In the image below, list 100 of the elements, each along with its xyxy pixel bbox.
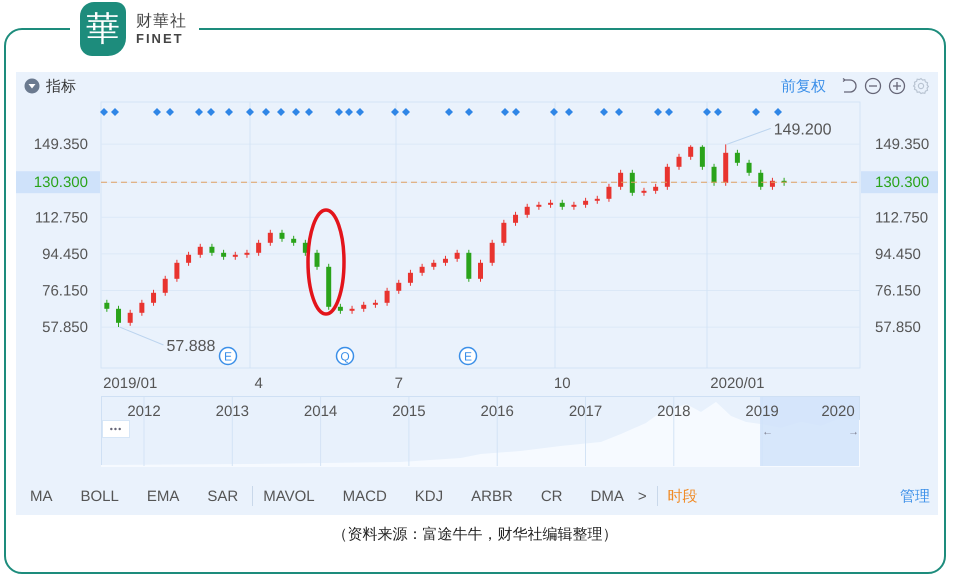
event-marker-icon[interactable]: E <box>218 346 238 366</box>
indicator-tab[interactable]: ARBR <box>471 488 513 504</box>
candle <box>361 301 366 312</box>
zoom-in-icon[interactable] <box>888 77 906 95</box>
candle <box>151 289 156 306</box>
candle <box>594 195 600 204</box>
y-axis-label: 76.150 <box>875 282 921 300</box>
candle <box>536 201 542 210</box>
logo-name: 财華社 <box>136 14 187 30</box>
candle <box>128 309 133 326</box>
candle <box>723 144 728 186</box>
year-label: 2016 <box>480 403 514 420</box>
candle <box>664 163 670 190</box>
candle <box>291 235 296 246</box>
candle <box>454 249 460 262</box>
candle <box>314 249 320 270</box>
indicator-tab[interactable]: KDJ <box>414 488 444 504</box>
collapse-icon[interactable] <box>24 78 40 94</box>
indicator-tab[interactable]: EMA <box>146 488 180 504</box>
y-axis-label: 149.350 <box>875 136 930 154</box>
candle <box>431 259 436 270</box>
price-annotation: 149.200 <box>774 121 832 138</box>
y-axis-label: 112.750 <box>34 209 88 226</box>
candle <box>420 263 425 276</box>
range-handle[interactable]: → <box>848 426 859 438</box>
current-price-tag: 130.300 <box>861 171 938 194</box>
candle <box>186 251 192 266</box>
leader-line <box>119 326 164 346</box>
candle <box>770 177 775 190</box>
x-axis-label: 2020/01 <box>710 375 764 392</box>
x-axis-label: 4 <box>254 375 263 392</box>
y-axis-label: 76.150 <box>42 282 88 300</box>
more-button[interactable]: ••• <box>102 420 130 438</box>
candle <box>302 239 308 256</box>
candle <box>466 249 472 282</box>
candle <box>501 219 506 246</box>
y-axis-label: 57.850 <box>42 319 88 336</box>
indicator-tab[interactable]: BOLL <box>80 488 119 504</box>
price-annotation: 57.888 <box>166 338 216 356</box>
y-axis-label: 94.450 <box>875 246 921 263</box>
event-marker-icon[interactable]: E <box>458 346 478 366</box>
indicator-tab[interactable]: SAR <box>207 488 238 504</box>
event-marker-icon[interactable]: Q <box>336 346 354 366</box>
candle <box>712 163 717 186</box>
logo-latin: FINET <box>136 32 185 44</box>
candle <box>442 255 448 266</box>
y-axis-label: 57.850 <box>875 319 921 336</box>
candle <box>524 203 530 218</box>
candle <box>268 229 273 246</box>
candle <box>338 303 343 314</box>
x-axis-label: 7 <box>394 375 403 392</box>
panel-title: 指标 <box>46 76 76 96</box>
candle <box>630 169 635 196</box>
candle <box>758 169 764 190</box>
year-label: 2017 <box>568 403 602 420</box>
candle <box>326 263 332 310</box>
candle <box>618 169 624 190</box>
current-price-tag: 130.300 <box>16 171 100 194</box>
y-axis-label: 149.350 <box>34 136 88 154</box>
candle <box>782 177 787 186</box>
source-caption: （资料来源：富途牛牛，财华社编辑整理） <box>332 525 618 544</box>
year-label: 2020 <box>821 403 855 420</box>
more-indicators-button[interactable]: > <box>638 488 647 504</box>
candle <box>198 243 203 258</box>
x-axis-label: 10 <box>554 375 571 392</box>
candle <box>606 183 612 202</box>
candle <box>490 239 495 266</box>
indicator-tab[interactable]: MAVOL <box>263 488 315 504</box>
candle <box>688 144 694 160</box>
candle <box>653 183 658 194</box>
candle <box>174 259 180 282</box>
y-axis-label: 94.450 <box>42 246 88 263</box>
candle <box>372 299 378 308</box>
candle <box>408 269 413 286</box>
candle <box>244 249 250 258</box>
candle <box>583 197 588 208</box>
candle <box>641 187 646 196</box>
undo-icon[interactable] <box>840 77 858 95</box>
candle <box>560 199 565 210</box>
zoom-out-icon[interactable] <box>864 77 882 95</box>
year-label: 2015 <box>392 403 426 420</box>
indicator-tab[interactable]: MA <box>30 488 52 504</box>
year-label: 2019 <box>745 403 779 420</box>
indicator-tab[interactable]: CR <box>540 488 562 504</box>
indicator-tab[interactable]: MACD <box>342 488 387 504</box>
candle <box>513 211 518 226</box>
candle <box>280 229 284 242</box>
candle <box>104 299 110 312</box>
x-axis-label: 2019/01 <box>103 375 158 392</box>
year-label: 2013 <box>216 403 249 420</box>
candle <box>232 251 238 260</box>
range-handle[interactable]: ← <box>762 426 773 438</box>
y-axis-label: 112.750 <box>875 209 928 226</box>
candle <box>396 279 402 294</box>
candle <box>734 149 740 166</box>
candle <box>221 249 226 260</box>
year-label: 2012 <box>127 403 161 420</box>
candle <box>384 287 390 306</box>
indicator-tab[interactable]: DMA <box>590 488 624 504</box>
y-tick-label: 130.300 <box>34 174 88 192</box>
